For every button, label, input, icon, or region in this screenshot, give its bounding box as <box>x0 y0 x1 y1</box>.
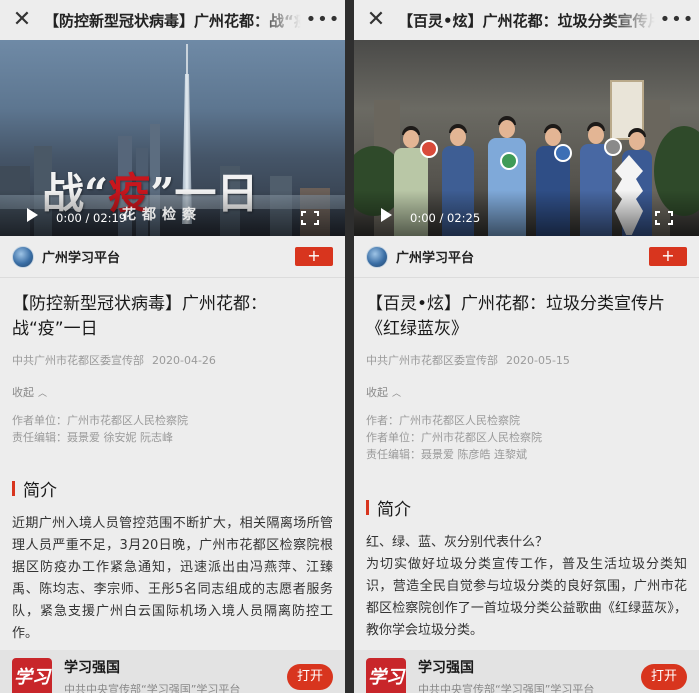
video-time: 0:00 / 02:25 <box>410 211 481 225</box>
article-title: 【百灵•炫】广州花都：垃圾分类宣传片《红绿蓝灰》 <box>366 294 666 339</box>
more-icon[interactable]: ••• <box>301 0 345 40</box>
top-bar: ✕ 【防控新型冠状病毒】广州花都：战“疫”一日 ••• <box>0 0 345 40</box>
collapse-label: 收起 <box>366 386 388 399</box>
app-promo-bar: 学习 学习强国 中共中央宣传部“学习强国”学习平台 打开 <box>354 650 699 693</box>
credit-line: 作者单位：广州市花都区人民检察院 <box>12 414 188 427</box>
article-panel-right: ✕ 【百灵•炫】广州花都：垃圾分类宣传片《红绿蓝灰》 ••• <box>354 0 699 693</box>
promo-app-name: 学习强国 <box>418 660 474 676</box>
collapse-toggle[interactable]: 收起 ︿ <box>366 384 687 400</box>
promo-desc: 中共中央宣传部“学习强国”学习平台 <box>418 683 595 693</box>
section-bar <box>366 500 369 515</box>
promo-app-name: 学习强国 <box>64 660 120 676</box>
subscribe-button[interactable]: + <box>295 247 333 266</box>
article-panel-left: ✕ 【防控新型冠状病毒】广州花都：战“疫”一日 ••• 战“疫”一日 花都检察 … <box>0 0 345 693</box>
chevron-up-icon: ︿ <box>38 389 48 399</box>
credit-line: 作者：广州市花都区人民检察院 <box>366 414 520 427</box>
page-title: 【防控新型冠状病毒】广州花都：战“疫”一日 <box>44 11 301 30</box>
sign-green <box>500 152 518 170</box>
article-text: 红、绿、蓝、灰分别代表什么？ 为切实做好垃圾分类宣传工作，普及生活垃圾分类知识，… <box>366 535 687 638</box>
credits: 作者单位：广州市花都区人民检察院 责任编辑：聂景爱 徐安妮 阮志峰 <box>12 412 333 446</box>
open-app-button[interactable]: 打开 <box>641 664 687 690</box>
video-player[interactable]: 战“疫”一日 花都检察 0:00 / 02:19 <box>0 40 345 236</box>
app-promo-bar: 学习 学习强国 中共中央宣传部“学习强国”学习平台 打开 <box>0 650 345 693</box>
credit-line: 责任编辑：聂景爱 徐安妮 阮志峰 <box>12 431 173 444</box>
collapse-toggle[interactable]: 收起 ︿ <box>12 384 333 400</box>
section-header: 简介 <box>12 476 333 501</box>
video-controls-bg <box>354 190 699 236</box>
section-bar <box>12 481 15 496</box>
article-body: 【百灵•炫】广州花都：垃圾分类宣传片《红绿蓝灰》 中共广州市花都区委宣传部 202… <box>354 292 699 642</box>
promo-text: 学习强国 中共中央宣传部“学习强国”学习平台 <box>418 657 641 693</box>
source-row[interactable]: 广州学习平台 + <box>0 236 345 278</box>
close-icon[interactable]: ✕ <box>354 0 398 40</box>
publish-date: 2020-04-26 <box>152 354 216 367</box>
play-icon[interactable] <box>27 208 38 222</box>
sign-gray <box>604 138 622 156</box>
article-title: 【防控新型冠状病毒】广州花都：战“疫”一日 <box>12 294 267 339</box>
credits: 作者：广州市花都区人民检察院 作者单位：广州市花都区人民检察院 责任编辑：聂景爱… <box>366 412 687 463</box>
subscribe-button[interactable]: + <box>649 247 687 266</box>
article-body: 【防控新型冠状病毒】广州花都：战“疫”一日 中共广州市花都区委宣传部 2020-0… <box>0 292 345 645</box>
publish-date: 2020-05-15 <box>506 354 570 367</box>
article-meta: 中共广州市花都区委宣传部 2020-05-15 <box>366 352 687 368</box>
publisher: 中共广州市花都区委宣传部 <box>366 354 498 367</box>
video-subtitle: 花都检察 <box>122 207 202 223</box>
video-time: 0:00 / 02:19 <box>56 211 127 225</box>
promo-text: 学习强国 中共中央宣传部“学习强国”学习平台 <box>64 657 287 693</box>
page-title: 【百灵•炫】广州花都：垃圾分类宣传片《红绿蓝灰》 <box>398 11 655 30</box>
more-icon[interactable]: ••• <box>655 0 699 40</box>
source-row[interactable]: 广州学习平台 + <box>354 236 699 278</box>
publisher: 中共广州市花都区委宣传部 <box>12 354 144 367</box>
credit-line: 作者单位：广州市花都区人民检察院 <box>366 431 542 444</box>
section-title: 简介 <box>377 500 411 520</box>
credit-line: 责任编辑：聂景爱 陈彦皓 连黎斌 <box>366 448 527 461</box>
fullscreen-icon[interactable] <box>301 211 319 225</box>
video-player[interactable]: 0:00 / 02:25 <box>354 40 699 236</box>
section-header: 简介 <box>366 495 687 520</box>
canton-tower-spire <box>186 44 188 76</box>
source-name: 广州学习平台 <box>396 251 475 266</box>
avatar <box>366 245 388 268</box>
source-name: 广州学习平台 <box>42 251 121 266</box>
chevron-up-icon: ︿ <box>392 389 402 399</box>
avatar <box>12 245 34 268</box>
sign-red <box>420 140 438 158</box>
xuexi-logo: 学习 <box>12 658 52 693</box>
play-icon[interactable] <box>381 208 392 222</box>
article-meta: 中共广州市花都区委宣传部 2020-04-26 <box>12 352 333 368</box>
promo-desc: 中共中央宣传部“学习强国”学习平台 <box>64 683 241 693</box>
section-title: 简介 <box>23 481 57 501</box>
article-text: 近期广州入境人员管控范围不断扩大，相关隔离场所管理人员严重不足，3月20日晚，广… <box>12 516 333 641</box>
close-icon[interactable]: ✕ <box>0 0 44 40</box>
sign-blue <box>554 144 572 162</box>
fullscreen-icon[interactable] <box>655 211 673 225</box>
xuexi-logo: 学习 <box>366 658 406 693</box>
open-app-button[interactable]: 打开 <box>287 664 333 690</box>
collapse-label: 收起 <box>12 386 34 399</box>
top-bar: ✕ 【百灵•炫】广州花都：垃圾分类宣传片《红绿蓝灰》 ••• <box>354 0 699 40</box>
